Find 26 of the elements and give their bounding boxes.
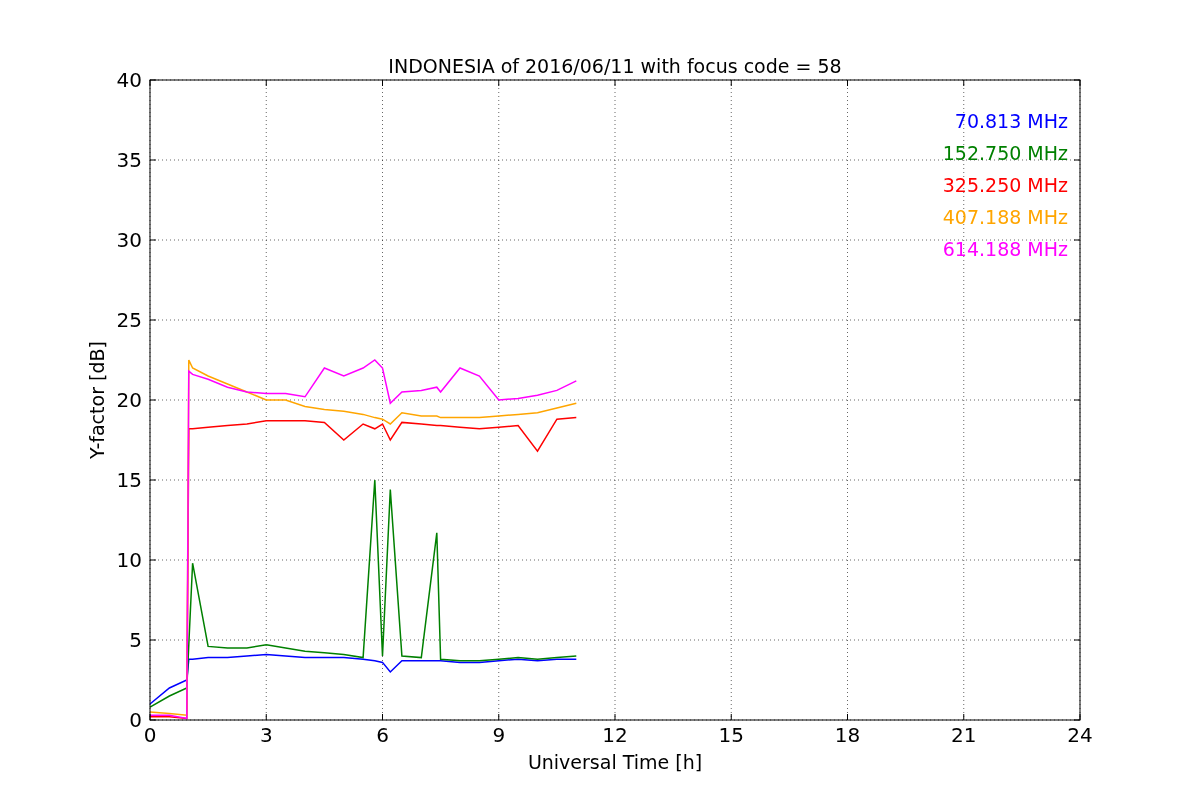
x-tick-label: 24 [1067, 723, 1093, 747]
x-axis-label: Universal Time [h] [527, 751, 703, 773]
y-tick-label: 0 [129, 708, 142, 732]
y-tick-label: 40 [116, 68, 142, 92]
x-tick-label: 0 [143, 723, 157, 747]
y-tick-label: 5 [129, 628, 142, 652]
legend-label: 152.750 MHz [942, 142, 1068, 164]
y-tick-label: 10 [116, 548, 142, 572]
x-tick-label: 21 [951, 723, 977, 747]
x-tick-label: 3 [259, 723, 273, 747]
legend-label: 325.250 MHz [942, 174, 1068, 196]
y-tick-label: 15 [116, 468, 142, 492]
x-tick-label: 9 [492, 723, 506, 747]
y-tick-label: 20 [116, 388, 142, 412]
legend-label: 614.188 MHz [942, 238, 1068, 260]
y-axis-label: Y-factor [dB] [86, 341, 108, 459]
legend-label: 407.188 MHz [942, 206, 1068, 228]
x-tick-label: 6 [376, 723, 389, 747]
legend-label: 70.813 MHz [954, 110, 1068, 132]
chart-title: INDONESIA of 2016/06/11 with focus code = 58 [388, 55, 842, 77]
y-tick-label: 25 [116, 308, 142, 332]
y-tick-label: 35 [116, 148, 142, 172]
x-tick-label: 12 [602, 723, 628, 747]
x-tick-label: 18 [834, 723, 861, 747]
y-tick-label: 30 [116, 228, 142, 252]
x-tick-label: 15 [718, 723, 744, 747]
